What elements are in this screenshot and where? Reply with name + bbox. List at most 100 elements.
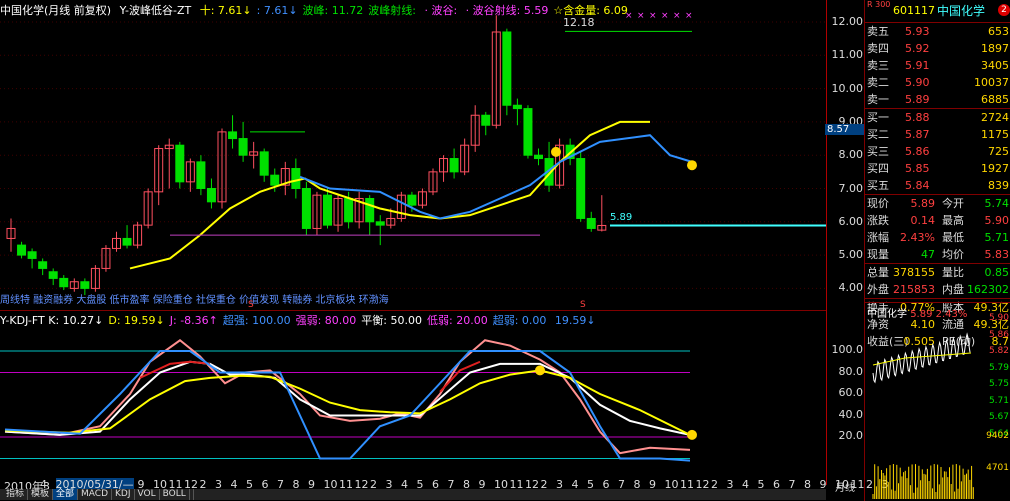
candle (449, 158, 459, 173)
stat-label: 量比 (942, 266, 964, 279)
stat-label: 现价 (867, 197, 889, 210)
signal-mark: S (248, 300, 254, 310)
kdj-tick: 80.0 (838, 364, 864, 378)
stat-label: 均价 (942, 248, 964, 261)
stat-row: 涨幅 2.43% 最低 5.71 (865, 229, 1010, 246)
candle (238, 138, 248, 156)
order-row: 卖三 5.91 3405 (865, 57, 1010, 74)
stat-value: 0.14 (910, 214, 936, 227)
kdj-plot[interactable] (0, 311, 826, 476)
badge: R 300 (867, 0, 891, 9)
order-volume: 839 (988, 179, 1009, 192)
order-row: 卖四 5.92 1897 (865, 40, 1010, 57)
order-row: 卖五 5.93 653 (865, 23, 1010, 40)
candle (323, 194, 332, 226)
kdj-line (4, 338, 691, 455)
kdj-tick: 20.0 (838, 429, 864, 442)
tab-0[interactable]: 指标 (3, 489, 29, 500)
price-tick: 4.00 (838, 281, 864, 295)
kdj-title[interactable]: Y-KDJ-FT (0, 314, 45, 327)
kdj-header: Y-KDJ-FT K: 10.27↓ D: 19.59↓ J: -8.36↑ 超强: … (0, 312, 601, 328)
kdj-item: D: 19.59↓ (108, 314, 165, 327)
candle (59, 277, 69, 288)
candle (175, 144, 185, 183)
candle (38, 261, 48, 269)
stat-value: 5.74 (984, 197, 1010, 210)
price-tick: 8.00 (838, 148, 864, 162)
tab-2[interactable]: 全部 (53, 489, 79, 500)
candle (228, 131, 238, 140)
tab-3[interactable]: MACD (78, 489, 113, 500)
candle (586, 217, 596, 229)
candle (481, 114, 491, 126)
price-tick: 7.00 (838, 181, 864, 195)
main-chart-header: 中国化学(月线 前复权) Y-波峰低谷-ZT 十: 7.61↓: 7.61↓ 波峰… (0, 2, 638, 18)
order-volume: 1175 (981, 128, 1009, 141)
stock-code: 601117 (893, 4, 935, 17)
order-row: 买五 5.84 839 (865, 177, 1010, 194)
mini-tick: 5.90 (988, 313, 1009, 323)
indicator-name[interactable]: Y-波峰低谷-ZT (120, 4, 192, 17)
mini-title: 中国化学 (867, 309, 907, 320)
order-row: 卖一 5.89 6885 (865, 91, 1010, 108)
kdj-item: 强弱: 80.00 (295, 314, 357, 327)
tab-4[interactable]: KDJ (112, 489, 135, 500)
kdj-item: 超强: 100.00 (222, 314, 291, 327)
order-price: 5.85 (905, 162, 930, 175)
mini-tick: 4701 (986, 463, 1009, 473)
signal-mark: S (580, 300, 586, 310)
kdj-line (139, 360, 211, 379)
order-volume: 10037 (974, 76, 1009, 89)
intraday-mini-chart[interactable]: 中国化学 5.89 2.43% 5.90 5.86 5.82 5.79 5.75 5.71… (835, 302, 1010, 501)
order-label: 卖五 (867, 25, 889, 38)
tab-1[interactable]: 模板 (28, 489, 54, 500)
order-label: 买四 (867, 162, 889, 175)
order-label: 卖一 (867, 93, 889, 106)
order-volume: 1897 (981, 42, 1009, 55)
order-price: 5.93 (905, 25, 930, 38)
candle (17, 244, 27, 256)
stat-value: 5.83 (984, 248, 1010, 261)
order-row: 买一 5.88 2724 (865, 109, 1010, 126)
tab-5[interactable]: VOL (135, 489, 160, 500)
candle (576, 158, 586, 219)
candle (270, 174, 280, 186)
kdj-item: K: 10.27↓ (48, 314, 104, 327)
indicator-tabs: 指标 模板 全部 MACD KDJ VOL BOLL (0, 489, 826, 500)
candle (365, 197, 375, 223)
order-volume: 6885 (981, 93, 1009, 106)
header-item: : 7.61↓ (256, 4, 298, 17)
price-tick: 10.00 (831, 81, 864, 95)
peak-label: 12.18 (563, 16, 595, 29)
header-item: 波峰: 11.72 (302, 4, 364, 17)
kdj-item: 低弱: 20.00 (427, 314, 488, 327)
header-item: 波峰射线: (368, 4, 420, 17)
price-tick: 12.00 (831, 15, 864, 28)
kdj-item: J: -8.36↑ (169, 314, 218, 327)
mini-tick: 5.82 (988, 346, 1009, 356)
candle (375, 221, 385, 226)
mini-price: 5.89 (910, 309, 933, 320)
kdj-chart[interactable]: Y-KDJ-FT K: 10.27↓ D: 19.59↓ J: -8.36↑ 超强: … (0, 310, 826, 486)
candle (301, 188, 311, 229)
main-chart[interactable]: × × × × × × 中国化学(月线 前复权) Y-波峰低谷-ZT 十: 7.61↓: … (0, 0, 826, 310)
chart-title: 中国化学(月线 前复权) (0, 4, 112, 17)
candle (534, 154, 543, 160)
order-label: 卖二 (867, 76, 889, 89)
stat-value: 378155 (893, 266, 935, 279)
order-row: 买四 5.85 1927 (865, 160, 1010, 177)
concept-tags[interactable]: 周线特 融资融券 大盘股 低市盈率 保险重仓 社保重仓 价值发现 转融券 北京板… (0, 291, 389, 306)
order-label: 买一 (867, 111, 889, 124)
stat-label: 最高 (942, 214, 964, 227)
price-axis: 12.00 11.00 10.00 9.00 8.00 7.00 6.00 5.00 4.00 … (825, 0, 867, 310)
stat-label: 现量 (867, 248, 889, 261)
candlestick-chart[interactable]: × × × × × × (0, 0, 826, 310)
last-price-label: 5.89 (610, 212, 633, 223)
quote-title: R 300 601117 中国化学 2 (865, 0, 1010, 23)
tab-6[interactable]: BOLL (160, 489, 190, 500)
stat-label: 涨跌 (867, 214, 889, 227)
order-volume: 725 (988, 145, 1009, 158)
smile-icon (687, 429, 697, 440)
notice-icon[interactable]: 2 (998, 4, 1010, 16)
candle (206, 188, 216, 203)
